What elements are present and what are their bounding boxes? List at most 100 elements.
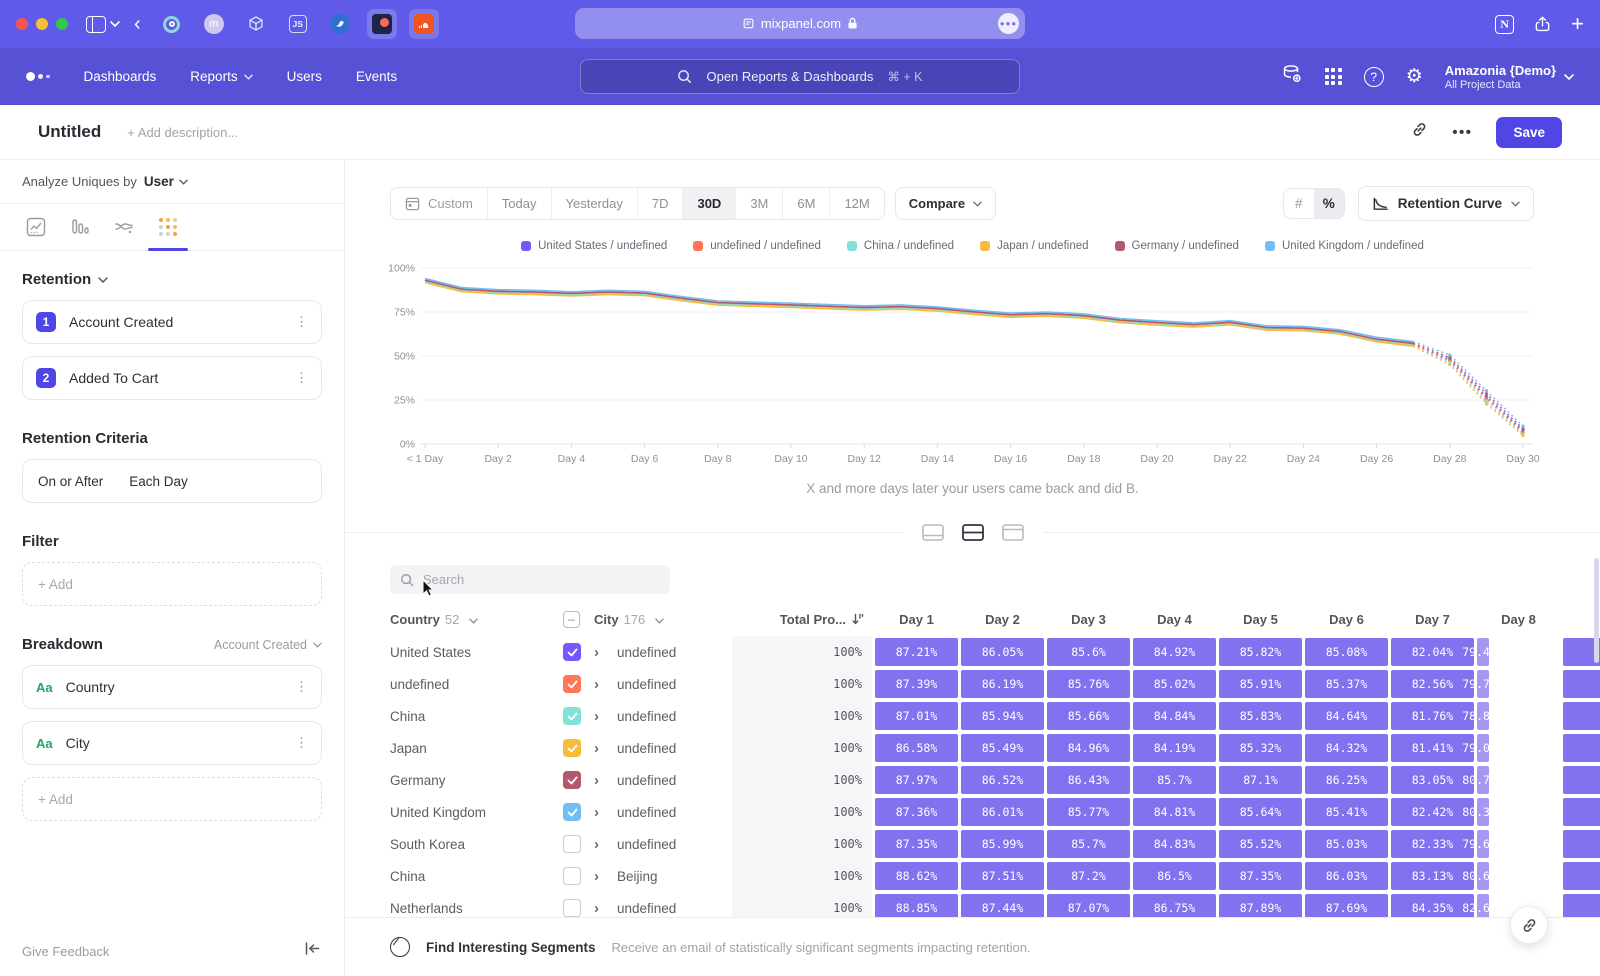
retention-value-cell-clipped[interactable] bbox=[1563, 830, 1600, 858]
retention-step[interactable]: 2 Added To Cart ⋮ bbox=[22, 356, 322, 400]
row-checkbox-unchecked[interactable] bbox=[563, 867, 581, 885]
retention-value-cell[interactable]: 86.19% bbox=[961, 670, 1044, 698]
row-checkbox-checked[interactable] bbox=[563, 739, 581, 757]
tab-favicon-patreon[interactable] bbox=[367, 9, 397, 39]
retention-value-cell[interactable]: 86.43% bbox=[1047, 766, 1130, 794]
compare-button[interactable]: Compare bbox=[895, 187, 996, 220]
legend-item[interactable]: United Kingdom / undefined bbox=[1265, 240, 1424, 252]
retention-value-cell[interactable]: 85.37% bbox=[1305, 670, 1388, 698]
retention-value-cell[interactable]: 87.1% bbox=[1219, 766, 1302, 794]
nav-link-users[interactable]: Users bbox=[287, 69, 322, 84]
retention-value-cell[interactable]: 86.52% bbox=[961, 766, 1044, 794]
retention-value-cell[interactable]: 86.58% bbox=[875, 734, 958, 762]
retention-value-cell[interactable]: 85.08% bbox=[1305, 638, 1388, 666]
retention-value-cell[interactable]: 80.71% bbox=[1477, 766, 1489, 794]
retention-value-cell[interactable]: 85.83% bbox=[1219, 702, 1302, 730]
kebab-menu-icon[interactable]: ⋮ bbox=[295, 735, 308, 751]
retention-value-cell[interactable]: 87.36% bbox=[875, 798, 958, 826]
retention-value-cell-clipped[interactable] bbox=[1563, 862, 1600, 890]
vertical-scrollbar[interactable] bbox=[1594, 558, 1599, 663]
retention-value-cell[interactable]: 87.97% bbox=[875, 766, 958, 794]
retention-value-cell[interactable]: 87.21% bbox=[875, 638, 958, 666]
retention-value-cell[interactable]: 84.83% bbox=[1133, 830, 1216, 858]
row-checkbox-checked[interactable] bbox=[563, 803, 581, 821]
retention-value-cell[interactable]: 79.49% bbox=[1477, 638, 1489, 666]
country-cell[interactable]: Germany bbox=[390, 773, 560, 788]
country-cell[interactable]: United States bbox=[390, 645, 560, 660]
save-button[interactable]: Save bbox=[1496, 117, 1562, 148]
more-options-icon[interactable]: ••• bbox=[1452, 124, 1472, 141]
tab-insights[interactable] bbox=[14, 204, 58, 250]
city-cell[interactable]: undefined bbox=[617, 645, 729, 660]
retention-value-cell[interactable]: 80.35% bbox=[1477, 798, 1489, 826]
global-search-input[interactable]: Open Reports & Dashboards ⌘ + K bbox=[580, 59, 1020, 94]
chart-type-dropdown[interactable]: Retention Curve bbox=[1358, 186, 1534, 221]
row-checkbox-unchecked[interactable] bbox=[563, 835, 581, 853]
close-window-button[interactable] bbox=[16, 18, 28, 30]
country-cell[interactable]: undefined bbox=[390, 677, 560, 692]
retention-value-cell[interactable]: 85.94% bbox=[961, 702, 1044, 730]
expand-row-icon[interactable]: › bbox=[594, 868, 614, 885]
unit-count-toggle[interactable]: # bbox=[1284, 189, 1314, 218]
share-icon[interactable] bbox=[1534, 15, 1551, 33]
breakdown-event-dropdown[interactable]: Account Created bbox=[214, 638, 322, 652]
kebab-menu-icon[interactable]: ⋮ bbox=[295, 679, 308, 695]
row-checkbox-checked[interactable] bbox=[563, 771, 581, 789]
tab-flows[interactable] bbox=[102, 204, 146, 250]
view-split-button[interactable] bbox=[957, 518, 989, 546]
retention-value-cell[interactable]: 84.84% bbox=[1133, 702, 1216, 730]
project-switcher[interactable]: Amazonia {Demo} All Project Data bbox=[1445, 63, 1574, 91]
nav-link-events[interactable]: Events bbox=[356, 69, 397, 84]
criteria-value[interactable]: Each Day bbox=[129, 474, 188, 489]
tab-funnels[interactable] bbox=[58, 204, 102, 250]
retention-value-cell[interactable]: 79.77% bbox=[1477, 670, 1489, 698]
collapse-sidebar-icon[interactable] bbox=[305, 942, 320, 960]
range-12m[interactable]: 12M bbox=[829, 188, 883, 219]
retention-value-cell[interactable]: 85.41% bbox=[1305, 798, 1388, 826]
expand-row-icon[interactable]: › bbox=[594, 772, 614, 789]
retention-value-cell[interactable]: 84.19% bbox=[1133, 734, 1216, 762]
data-management-icon[interactable] bbox=[1281, 63, 1303, 90]
retention-value-cell[interactable]: 85.76% bbox=[1047, 670, 1130, 698]
range-yesterday[interactable]: Yesterday bbox=[551, 188, 637, 219]
reader-options-icon[interactable]: ●●● bbox=[998, 13, 1019, 34]
range-3m[interactable]: 3M bbox=[735, 188, 782, 219]
retention-criteria-control[interactable]: On or After Each Day bbox=[22, 459, 322, 503]
new-tab-icon[interactable]: + bbox=[1571, 11, 1584, 37]
retention-value-cell[interactable]: 85.99% bbox=[961, 830, 1044, 858]
retention-value-cell[interactable]: 85.52% bbox=[1219, 830, 1302, 858]
expand-row-icon[interactable]: › bbox=[594, 708, 614, 725]
retention-value-cell[interactable]: 87.35% bbox=[875, 830, 958, 858]
retention-section-header[interactable]: Retention bbox=[22, 271, 322, 288]
legend-item[interactable]: China / undefined bbox=[847, 240, 954, 252]
retention-value-cell[interactable]: 85.32% bbox=[1219, 734, 1302, 762]
legend-item[interactable]: Japan / undefined bbox=[980, 240, 1088, 252]
retention-value-cell[interactable]: 85.91% bbox=[1219, 670, 1302, 698]
country-cell[interactable]: Netherlands bbox=[390, 901, 560, 916]
city-cell[interactable]: Beijing bbox=[617, 869, 729, 884]
nav-link-dashboards[interactable]: Dashboards bbox=[84, 69, 157, 84]
day-column-header[interactable]: Day 8 bbox=[1477, 612, 1560, 627]
view-chart-only-button[interactable] bbox=[917, 518, 949, 546]
add-description[interactable]: + Add description... bbox=[127, 125, 238, 140]
retention-value-cell-clipped[interactable] bbox=[1563, 798, 1600, 826]
range-6m[interactable]: 6M bbox=[782, 188, 829, 219]
day-column-header[interactable]: Day 6 bbox=[1305, 612, 1388, 627]
country-cell[interactable]: South Korea bbox=[390, 837, 560, 852]
city-cell[interactable]: undefined bbox=[617, 677, 729, 692]
retention-value-cell[interactable]: 84.92% bbox=[1133, 638, 1216, 666]
browser-sidebar-icon[interactable] bbox=[86, 16, 106, 33]
retention-value-cell-clipped[interactable] bbox=[1563, 766, 1600, 794]
retention-value-cell[interactable]: 80.68% bbox=[1477, 862, 1489, 890]
retention-value-cell[interactable]: 87.01% bbox=[875, 702, 958, 730]
country-cell[interactable]: China bbox=[390, 869, 560, 884]
retention-value-cell[interactable]: 79.05% bbox=[1477, 734, 1489, 762]
retention-value-cell[interactable]: 84.96% bbox=[1047, 734, 1130, 762]
total-column-header[interactable]: Total Pro... bbox=[732, 612, 872, 627]
legend-item[interactable]: undefined / undefined bbox=[693, 240, 821, 252]
report-title[interactable]: Untitled bbox=[38, 122, 101, 142]
legend-item[interactable]: Germany / undefined bbox=[1115, 240, 1239, 252]
select-all-checkbox[interactable]: – bbox=[563, 611, 580, 628]
tab-favicon-m[interactable]: m bbox=[199, 9, 229, 39]
retention-step[interactable]: 1 Account Created ⋮ bbox=[22, 300, 322, 344]
